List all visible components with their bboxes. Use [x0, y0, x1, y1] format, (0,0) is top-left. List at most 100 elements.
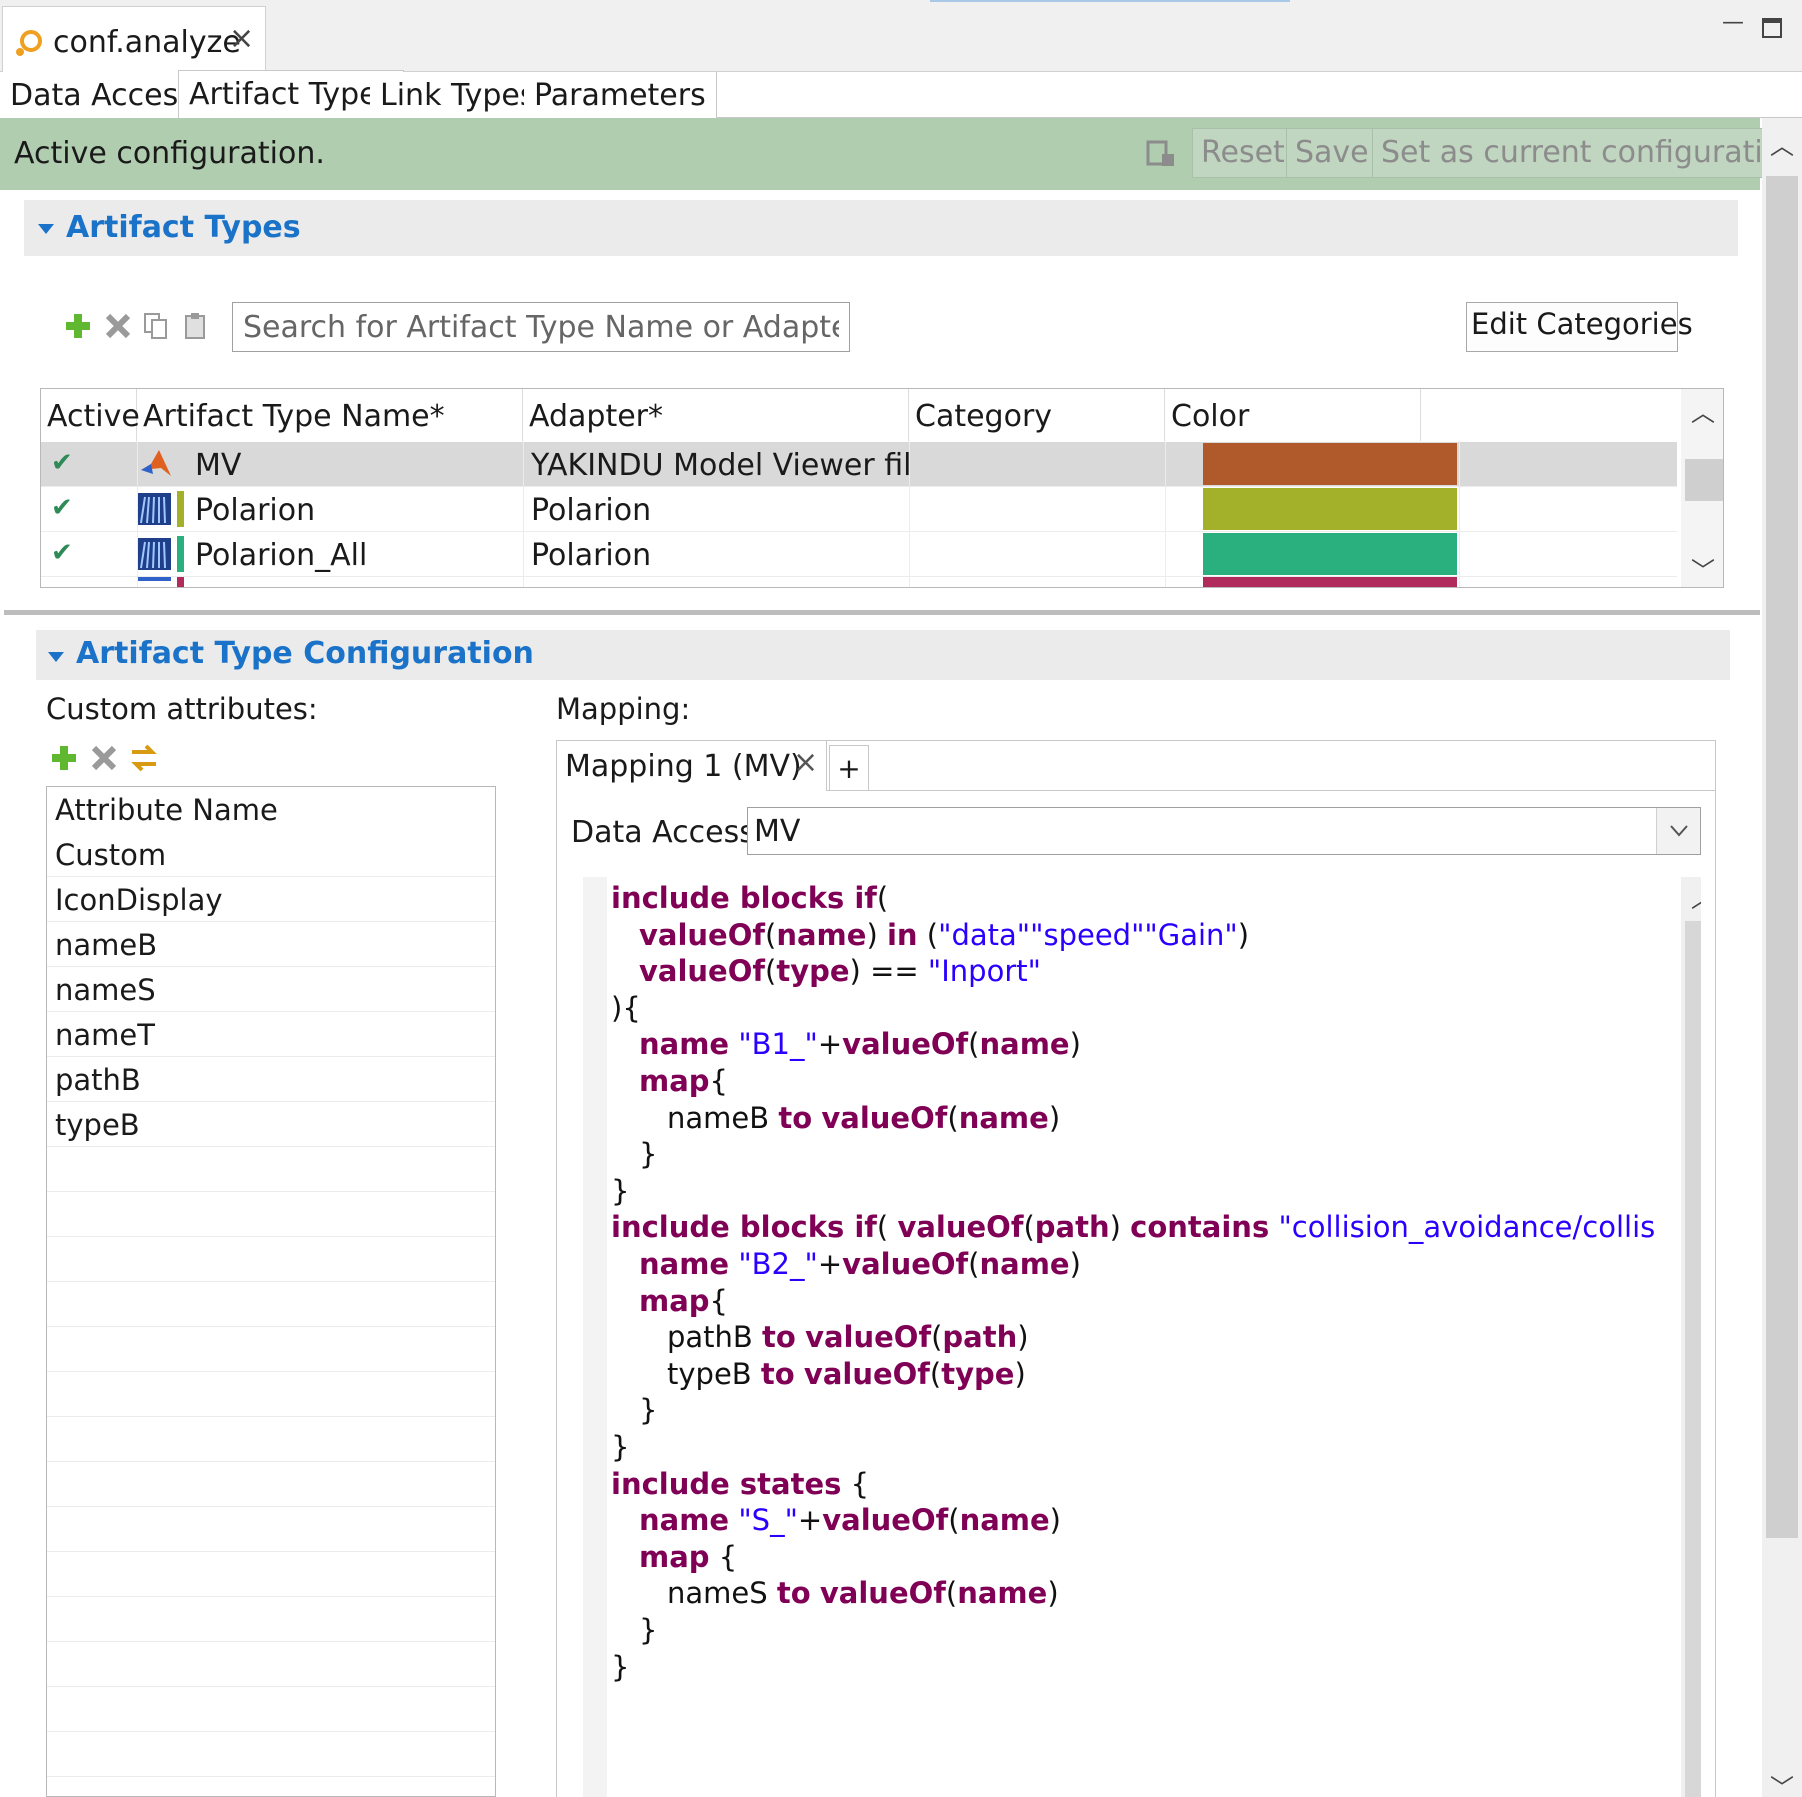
code-string: "B2_" — [738, 1247, 818, 1281]
sync-attributes-icon[interactable] — [128, 742, 160, 774]
add-icon[interactable] — [64, 312, 92, 340]
col-color[interactable]: Color — [1165, 389, 1421, 441]
code-line: } — [611, 1174, 629, 1214]
copy-config-icon[interactable] — [1146, 140, 1178, 170]
table-scroll-thumb[interactable] — [1685, 459, 1723, 501]
reset-button[interactable]: Reset — [1192, 128, 1294, 178]
code-text: } — [639, 1613, 658, 1647]
paste-icon[interactable] — [182, 312, 210, 340]
polarion-icon — [137, 538, 171, 570]
tab-data-access[interactable]: Data Access — [0, 72, 205, 118]
code-text: ) — [866, 917, 887, 952]
delete-icon[interactable] — [104, 312, 132, 340]
dropdown-arrow[interactable] — [1656, 808, 1700, 854]
main-scroll-thumb[interactable] — [1766, 176, 1798, 1538]
maximize-icon[interactable] — [1762, 18, 1782, 38]
page-tabs: Data Access Artifact Types Link Types Pa… — [0, 70, 1802, 119]
add-attribute-icon[interactable] — [50, 744, 78, 772]
mapping-code[interactable]: include blocks if(valueOf(name) in ("dat… — [607, 877, 1657, 1797]
artifact-types-section-header[interactable]: Artifact Types — [24, 200, 1738, 256]
section-splitter[interactable] — [4, 610, 1760, 615]
list-item[interactable]: nameT — [47, 1012, 495, 1057]
code-scrollbar[interactable]: ︿ — [1681, 877, 1701, 1797]
code-keyword: name — [639, 1247, 730, 1281]
table-row[interactable]: ✔ Polarion_All Polarion — [41, 532, 1677, 577]
code-keyword: map — [639, 1064, 710, 1098]
code-text: { — [841, 1466, 870, 1501]
list-item[interactable]: Custom — [47, 832, 495, 877]
code-line: nameB to valueOf(name) — [667, 1101, 1060, 1141]
col-adapter[interactable]: Adapter* — [523, 389, 909, 441]
code-text: ( — [945, 1576, 958, 1611]
collapse-triangle-icon[interactable] — [48, 652, 64, 662]
mapping-tab-label: Mapping 1 (MV) — [565, 749, 802, 784]
copy-icon[interactable] — [142, 312, 170, 340]
list-item[interactable]: nameS — [47, 967, 495, 1012]
scroll-up-icon[interactable]: ︿ — [1770, 126, 1794, 161]
list-item[interactable]: nameB — [47, 922, 495, 967]
color-swatch[interactable] — [1203, 443, 1457, 485]
column-separator — [137, 441, 138, 587]
table-row[interactable]: ✔ MV YAKINDU Model Viewer files — [41, 442, 1677, 487]
artifact-type-configuration-section-header[interactable]: Artifact Type Configuration — [36, 630, 1730, 680]
attribute-name-header[interactable]: Attribute Name — [47, 787, 495, 832]
chevron-down-icon — [1670, 825, 1688, 837]
tab-link-types[interactable]: Link Types — [370, 72, 547, 118]
table-scrollbar[interactable]: ︿ ﹀ — [1681, 389, 1723, 587]
code-keyword: type — [941, 1356, 1015, 1391]
row-color-bar — [177, 536, 184, 572]
code-keyword: path — [1034, 1210, 1110, 1245]
color-swatch[interactable] — [1203, 488, 1457, 530]
active-check-icon[interactable]: ✔ — [51, 538, 73, 568]
code-text: ) — [1017, 1320, 1029, 1355]
col-active[interactable]: Active — [41, 389, 140, 441]
edit-categories-button[interactable]: Edit Categories — [1466, 302, 1693, 352]
code-keyword: valueOf — [819, 1576, 946, 1611]
table-row[interactable]: ✔ Polarion Polarion — [41, 487, 1677, 532]
artifact-types-title: Artifact Types — [66, 210, 301, 245]
color-swatch[interactable] — [1203, 533, 1457, 575]
table-scroll-down-icon[interactable]: ﹀ — [1691, 551, 1715, 586]
main-scrollbar[interactable]: ︿ ﹀ — [1762, 118, 1802, 1797]
active-check-icon[interactable]: ✔ — [51, 448, 73, 478]
scroll-down-icon[interactable]: ﹀ — [1770, 1768, 1794, 1797]
code-text: ) — [1069, 1027, 1081, 1062]
mapping-tab[interactable]: Mapping 1 (MV) × — [557, 741, 827, 791]
code-text: ( — [876, 1210, 898, 1245]
add-mapping-button[interactable]: + — [829, 745, 869, 791]
code-keyword: to — [776, 1576, 811, 1611]
save-button[interactable]: Save — [1286, 128, 1378, 178]
collapse-triangle-icon[interactable] — [38, 224, 54, 234]
code-text: + — [797, 1503, 823, 1538]
list-item[interactable]: pathB — [47, 1057, 495, 1102]
table-scroll-up-icon[interactable]: ︿ — [1691, 393, 1715, 428]
code-line: name "B1_"+valueOf(name) — [639, 1027, 1081, 1067]
code-keyword: map — [639, 1539, 710, 1574]
code-text: ( — [929, 1356, 942, 1391]
tab-parameters[interactable]: Parameters — [524, 72, 717, 118]
list-item[interactable]: typeB — [47, 1102, 495, 1147]
delete-attribute-icon[interactable] — [90, 744, 118, 772]
code-scroll-thumb[interactable] — [1685, 921, 1701, 1797]
empty-list-row — [47, 1417, 495, 1462]
code-keyword: name — [957, 1576, 1048, 1611]
set-current-configuration-button[interactable]: Set as current configuration — [1372, 128, 1802, 178]
code-scroll-up-icon[interactable]: ︿ — [1691, 879, 1701, 914]
artifact-type-search-input[interactable] — [232, 302, 850, 352]
close-tab-icon[interactable]: × — [229, 21, 254, 56]
code-text: ( — [947, 1100, 959, 1135]
minimize-icon[interactable]: — — [1722, 10, 1746, 35]
mapping-tabs: Mapping 1 (MV) × + — [557, 741, 1715, 791]
data-access-select[interactable]: MV — [747, 807, 1701, 855]
mapping-code-editor[interactable]: include blocks if(valueOf(name) in ("dat… — [583, 877, 1701, 1797]
close-mapping-icon[interactable]: × — [793, 745, 818, 780]
empty-list-row — [47, 1192, 495, 1237]
editor-tab[interactable]: conf.analyze × — [2, 6, 266, 72]
col-category[interactable]: Category — [909, 389, 1165, 441]
active-check-icon[interactable]: ✔ — [51, 493, 73, 523]
list-item[interactable]: IconDisplay — [47, 877, 495, 922]
col-artifact-type-name[interactable]: Artifact Type Name* — [137, 389, 523, 441]
code-text: ( — [765, 954, 777, 989]
